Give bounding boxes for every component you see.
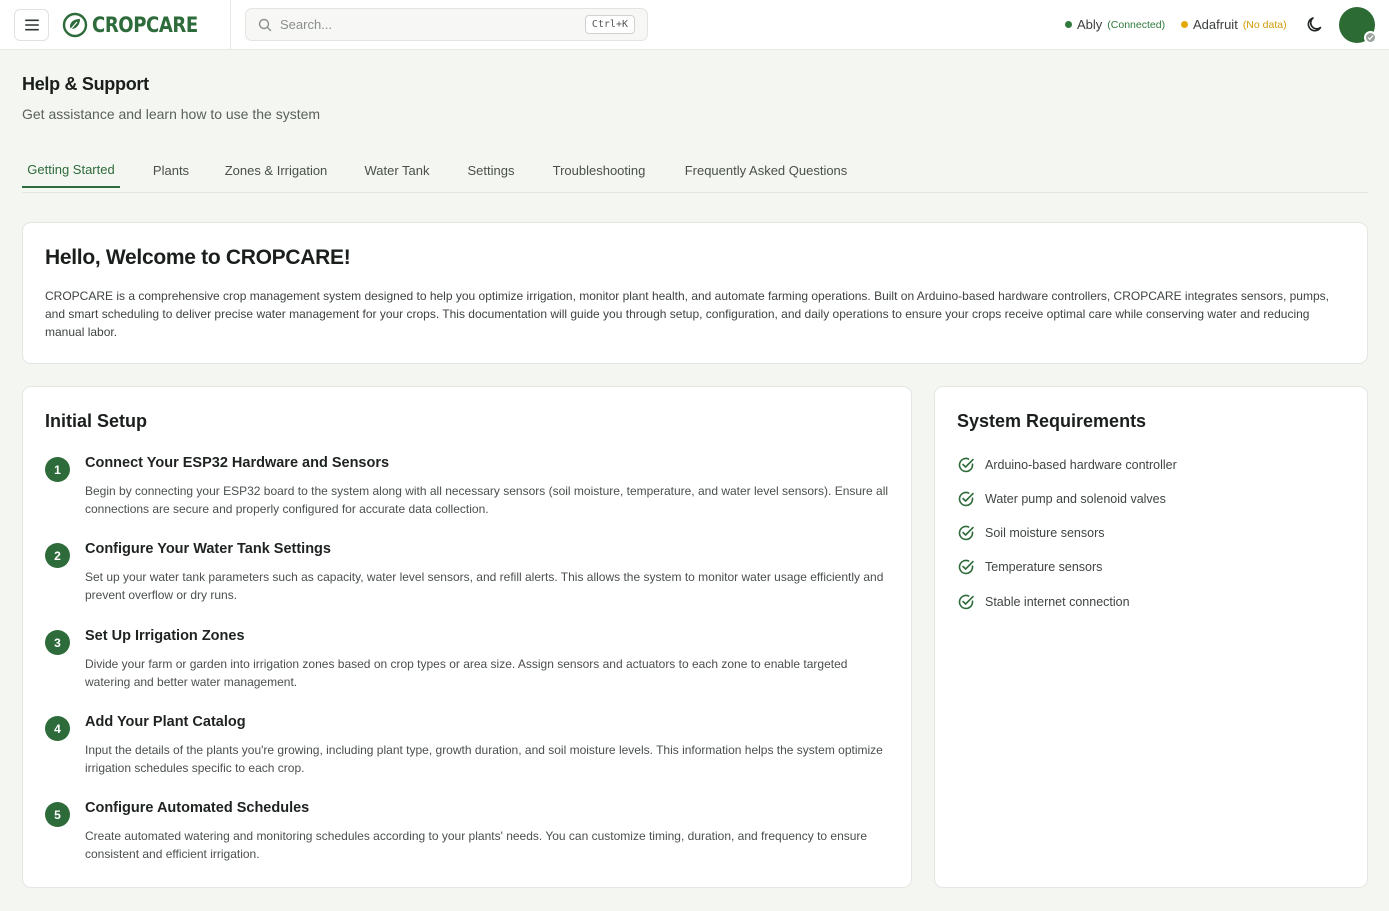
header-divider xyxy=(230,0,231,50)
help-tabs: Getting Started Plants Zones & Irrigatio… xyxy=(22,152,1368,193)
step-title: Configure Your Water Tank Settings xyxy=(85,541,331,557)
tab-settings[interactable]: Settings xyxy=(464,152,518,188)
step-title: Add Your Plant Catalog xyxy=(85,714,246,730)
search-icon xyxy=(258,18,272,31)
brand-name: CROPCARE xyxy=(92,13,198,37)
step-number-badge: 1 xyxy=(45,457,70,482)
theme-toggle-button[interactable] xyxy=(1305,15,1325,35)
check-circle-icon xyxy=(958,491,974,507)
initial-setup-title: Initial Setup xyxy=(45,411,148,431)
ably-label: Ably xyxy=(1077,17,1103,32)
leaf-logo-icon xyxy=(62,12,88,38)
tab-water-tank[interactable]: Water Tank xyxy=(362,152,432,188)
page-subtitle: Get assistance and learn how to use the … xyxy=(22,106,321,122)
system-requirements-card: System Requirements Arduino-based hardwa… xyxy=(934,386,1368,888)
requirement-item: Stable internet connection xyxy=(957,593,1130,611)
adafruit-status-dot xyxy=(1181,21,1188,28)
step-title: Set Up Irrigation Zones xyxy=(85,628,245,644)
page-title: Help & Support xyxy=(22,74,149,94)
adafruit-label: Adafruit xyxy=(1193,17,1238,32)
welcome-title: Hello, Welcome to CROPCARE! xyxy=(45,246,351,269)
ably-status: Ably (Connected) xyxy=(1065,17,1165,32)
check-circle-icon xyxy=(958,525,974,541)
brand-logo[interactable]: CROPCARE xyxy=(62,11,215,39)
tab-faq[interactable]: Frequently Asked Questions xyxy=(681,152,851,188)
tab-getting-started[interactable]: Getting Started xyxy=(22,152,120,188)
step-description: Input the details of the plants you're g… xyxy=(85,743,883,775)
step-description: Begin by connecting your ESP32 board to … xyxy=(85,484,889,516)
initial-setup-card: Initial Setup 1 Connect Your ESP32 Hardw… xyxy=(22,386,912,888)
adafruit-status-text: (No data) xyxy=(1242,18,1287,31)
step-title: Configure Automated Schedules xyxy=(85,800,310,816)
ably-status-text: (Connected) xyxy=(1107,18,1166,31)
tab-troubleshooting[interactable]: Troubleshooting xyxy=(550,152,648,188)
check-circle-icon xyxy=(958,594,974,610)
requirement-label: Arduino-based hardware controller xyxy=(985,458,1177,472)
menu-button[interactable] xyxy=(14,9,49,41)
requirement-label: Water pump and solenoid valves xyxy=(985,492,1166,506)
avatar-status-badge xyxy=(1364,31,1377,44)
search-shortcut-hint: Ctrl+K xyxy=(584,15,635,34)
step-number-badge: 2 xyxy=(45,543,70,568)
step-number-badge: 5 xyxy=(45,802,70,827)
requirement-label: Temperature sensors xyxy=(985,560,1103,574)
tab-plants[interactable]: Plants xyxy=(148,152,194,188)
requirement-item: Arduino-based hardware controller xyxy=(957,456,1177,474)
top-bar: CROPCARE Search... Ctrl+K Ably (Connecte… xyxy=(0,0,1389,50)
hamburger-icon xyxy=(24,19,39,31)
step-title: Connect Your ESP32 Hardware and Sensors xyxy=(85,455,390,471)
requirement-item: Temperature sensors xyxy=(957,558,1102,576)
check-circle-icon xyxy=(958,457,974,473)
requirement-item: Soil moisture sensors xyxy=(957,524,1105,542)
search-input[interactable]: Search... Ctrl+K xyxy=(245,8,648,41)
welcome-description: CROPCARE is a comprehensive crop managem… xyxy=(45,289,1329,339)
adafruit-status: Adafruit (No data) xyxy=(1181,17,1287,32)
welcome-card: Hello, Welcome to CROPCARE! CROPCARE is … xyxy=(22,222,1368,364)
check-circle-icon xyxy=(958,559,974,575)
ably-status-dot xyxy=(1065,21,1072,28)
step-number-badge: 4 xyxy=(45,716,70,741)
check-icon xyxy=(1367,35,1374,41)
requirement-label: Soil moisture sensors xyxy=(985,526,1105,540)
moon-icon xyxy=(1307,17,1322,32)
step-number-badge: 3 xyxy=(45,630,70,655)
tab-zones-irrigation[interactable]: Zones & Irrigation xyxy=(223,152,329,188)
user-avatar[interactable] xyxy=(1339,7,1377,44)
requirement-label: Stable internet connection xyxy=(985,595,1130,609)
search-placeholder: Search... xyxy=(280,17,333,32)
step-description: Set up your water tank parameters such a… xyxy=(85,570,884,602)
step-description: Create automated watering and monitoring… xyxy=(85,829,868,861)
step-description: Divide your farm or garden into irrigati… xyxy=(85,657,848,689)
system-requirements-title: System Requirements xyxy=(957,411,1147,431)
requirement-item: Water pump and solenoid valves xyxy=(957,490,1166,508)
